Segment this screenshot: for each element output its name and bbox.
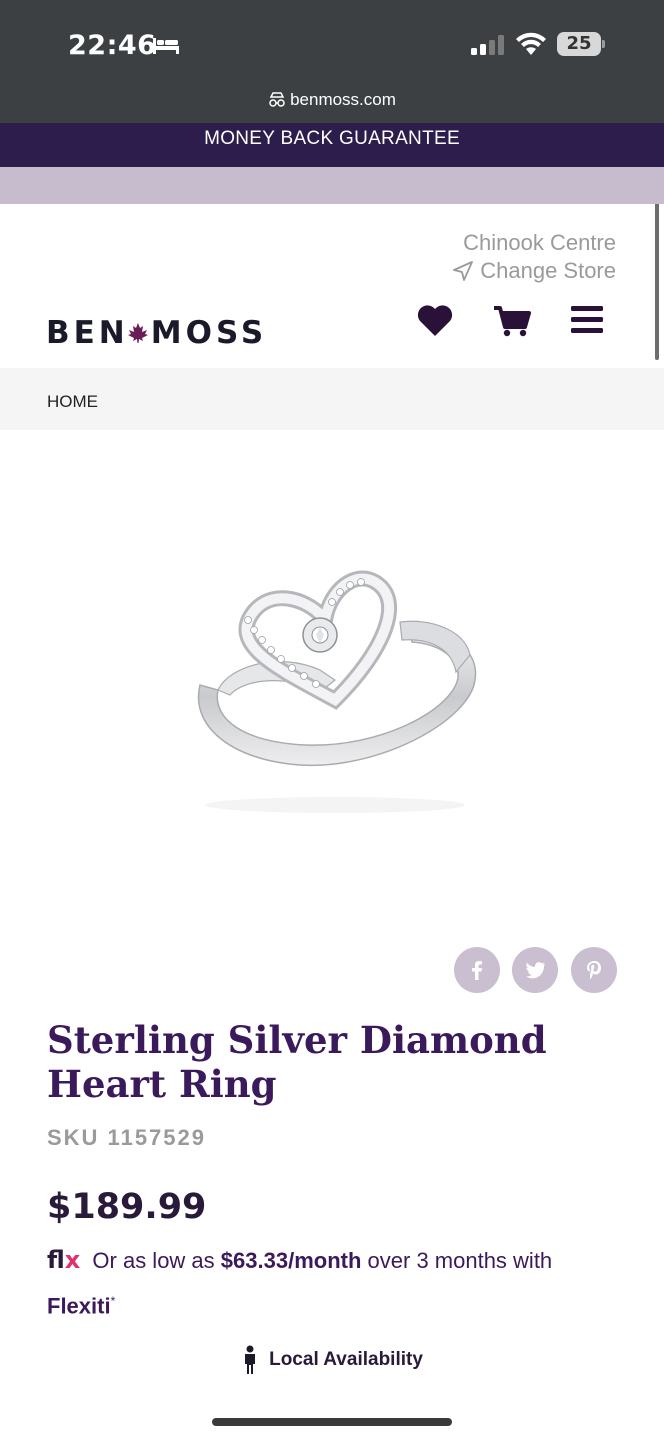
financing-info[interactable]: flx Or as low as $63.33/month over 3 mon… bbox=[47, 1240, 627, 1326]
product-price: $189.99 bbox=[47, 1187, 207, 1227]
url-bar[interactable]: benmoss.com bbox=[0, 90, 664, 110]
cellular-signal-icon bbox=[471, 35, 504, 55]
sleep-focus-icon bbox=[153, 38, 179, 54]
store-name[interactable]: Chinook Centre bbox=[463, 230, 616, 256]
breadcrumb-home[interactable]: HOME bbox=[47, 392, 98, 412]
pinterest-icon bbox=[587, 961, 601, 980]
facebook-icon bbox=[472, 961, 482, 980]
logo-text-left: BEN bbox=[46, 315, 129, 351]
browser-chrome: 22:46 25 benmoss.com bbox=[0, 0, 664, 123]
menu-icon[interactable] bbox=[568, 300, 608, 340]
url-text: benmoss.com bbox=[290, 90, 396, 109]
promo-sub-banner bbox=[0, 167, 664, 204]
financing-brand[interactable]: Flexiti bbox=[47, 1293, 111, 1318]
financing-prefix: Or as low as bbox=[92, 1248, 215, 1273]
flexiti-logo: flx bbox=[47, 1246, 81, 1274]
financing-amount: $63.33/month bbox=[220, 1248, 362, 1273]
local-availability-label: Local Availability bbox=[269, 1349, 423, 1370]
product-image[interactable] bbox=[170, 560, 500, 820]
share-twitter-button[interactable] bbox=[512, 947, 558, 993]
local-availability-button[interactable]: Local Availability bbox=[0, 1345, 664, 1375]
breadcrumb: HOME bbox=[0, 368, 664, 430]
privacy-icon bbox=[269, 92, 285, 107]
product-title: Sterling Silver Diamond Heart Ring bbox=[47, 1018, 547, 1106]
logo-text-right: MOSS bbox=[150, 315, 268, 351]
battery-level: 25 bbox=[566, 33, 592, 54]
location-arrow-icon bbox=[453, 261, 474, 281]
promo-banner[interactable]: MONEY BACK GUARANTEE bbox=[0, 123, 664, 167]
cart-icon[interactable] bbox=[492, 300, 532, 340]
heart-icon[interactable] bbox=[415, 300, 455, 340]
wifi-icon bbox=[516, 32, 546, 55]
product-sku: SKU 1157529 bbox=[47, 1125, 206, 1150]
share-pinterest-button[interactable] bbox=[571, 947, 617, 993]
financing-brand-mark: * bbox=[110, 1294, 116, 1308]
home-indicator bbox=[212, 1418, 452, 1426]
status-time: 22:46 bbox=[68, 30, 157, 61]
share-facebook-button[interactable] bbox=[454, 947, 500, 993]
twitter-icon bbox=[526, 962, 545, 979]
financing-suffix: over 3 months with bbox=[367, 1248, 553, 1273]
maple-leaf-icon bbox=[127, 323, 148, 343]
person-icon bbox=[245, 1345, 256, 1374]
change-store-link[interactable]: Change Store bbox=[452, 258, 616, 284]
battery-indicator: 25 bbox=[557, 32, 605, 56]
site-logo[interactable]: BEN MOSS bbox=[46, 315, 268, 351]
change-store-label: Change Store bbox=[480, 258, 616, 283]
